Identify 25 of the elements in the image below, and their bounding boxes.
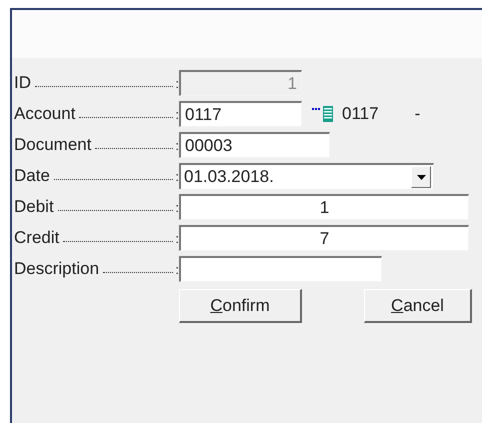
colon: : (175, 138, 179, 153)
input-field[interactable] (179, 256, 382, 282)
colon: : (175, 169, 179, 184)
cancel-button[interactable]: Cancel (364, 289, 472, 323)
account-separator: - (414, 104, 420, 124)
leader-line (103, 271, 174, 273)
account-code: 0117 (342, 104, 379, 124)
field-label: ID (14, 73, 31, 93)
field-label: Debit (14, 197, 54, 217)
input-field[interactable]: 1 (179, 194, 469, 220)
colon: : (175, 231, 179, 246)
input-field[interactable]: 7 (179, 225, 469, 251)
colon: : (175, 107, 179, 122)
field-label: Date (14, 166, 50, 186)
date-dropdown[interactable]: 01.03.2018. (179, 163, 434, 189)
field-label: Credit (14, 228, 60, 248)
input-field[interactable]: 0117 (179, 101, 302, 127)
field-label: Description (14, 259, 100, 279)
field-label: Document (14, 135, 92, 155)
colon: : (175, 262, 179, 277)
confirm-button[interactable]: Confirm (179, 289, 302, 323)
input-field[interactable]: 00003 (179, 132, 330, 158)
field-label: Account (14, 104, 76, 124)
colon: : (175, 76, 179, 91)
colon: : (175, 200, 179, 215)
